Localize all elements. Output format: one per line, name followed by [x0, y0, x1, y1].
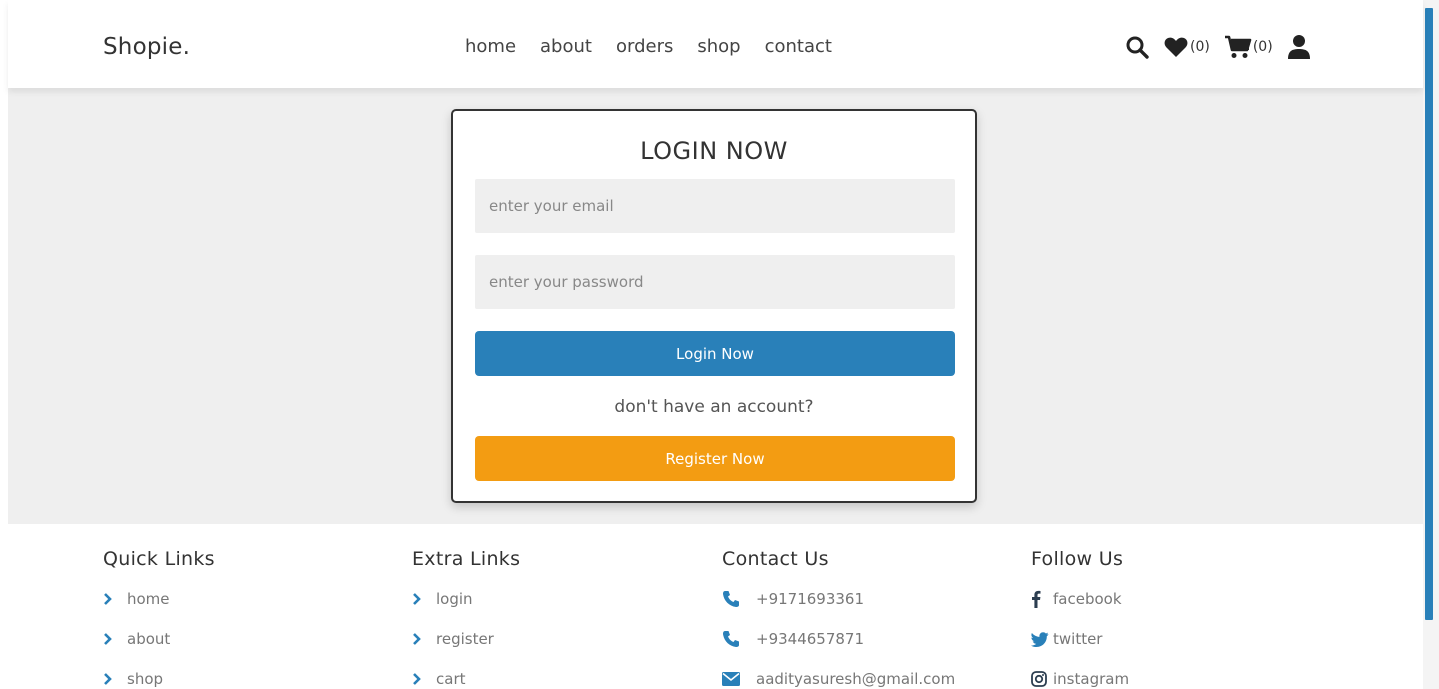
- twitter-icon: [1031, 631, 1049, 647]
- footer-link-login[interactable]: login: [412, 588, 520, 610]
- instagram-icon: [1031, 671, 1047, 687]
- register-button[interactable]: Register Now: [475, 436, 955, 481]
- search-button[interactable]: [1125, 35, 1149, 59]
- nav-home[interactable]: home: [465, 36, 516, 57]
- footer-heading: Quick Links: [103, 548, 215, 570]
- wishlist-button[interactable]: (0): [1163, 35, 1210, 59]
- user-button[interactable]: [1287, 34, 1311, 60]
- footer-heading: Contact Us: [722, 548, 829, 570]
- footer-link-label: shop: [127, 670, 164, 688]
- footer-link-about[interactable]: about: [103, 628, 215, 650]
- footer-phone-1[interactable]: +9171693361: [722, 588, 955, 610]
- footer-phone-2[interactable]: +9344657871: [722, 628, 955, 650]
- password-input[interactable]: [475, 255, 955, 309]
- footer-link-label: about: [127, 630, 171, 648]
- footer-link-home[interactable]: home: [103, 588, 215, 610]
- contact-value: aadityasuresh@gmail.com: [756, 670, 956, 688]
- footer-contact: Contact Us +9171693361 +9344657871 aadit…: [722, 548, 955, 689]
- phone-icon: [723, 591, 739, 607]
- user-icon: [1287, 35, 1310, 59]
- chevron-right-icon: [413, 673, 421, 685]
- wishlist-count: (0): [1190, 39, 1210, 55]
- header-icons: (0) (0): [1125, 31, 1325, 63]
- footer-link-register[interactable]: register: [412, 628, 520, 650]
- chevron-right-icon: [104, 633, 112, 645]
- search-icon: [1126, 36, 1149, 59]
- footer-quick-links: Quick Links home about shop: [103, 548, 215, 689]
- footer-extra-links: Extra Links login register cart: [412, 548, 520, 689]
- heart-icon: [1164, 37, 1188, 57]
- main-nav: home about orders shop contact: [465, 36, 856, 57]
- email-input[interactable]: [475, 179, 955, 233]
- footer-link-label: register: [436, 630, 494, 648]
- nav-about[interactable]: about: [540, 36, 592, 57]
- logo[interactable]: Shopie.: [103, 34, 190, 60]
- footer: Quick Links home about shop Extra Links …: [8, 524, 1423, 689]
- nav-orders[interactable]: orders: [616, 36, 673, 57]
- chevron-right-icon: [413, 633, 421, 645]
- login-form: LOGIN NOW Login Now don't have an accoun…: [451, 109, 977, 503]
- scrollbar-thumb[interactable]: [1425, 8, 1433, 620]
- contact-value: +9344657871: [756, 630, 865, 648]
- contact-value: +9171693361: [756, 590, 865, 608]
- scrollbar[interactable]: [1423, 0, 1439, 689]
- footer-heading: Extra Links: [412, 548, 521, 570]
- footer-link-label: home: [127, 590, 170, 608]
- social-label: instagram: [1053, 670, 1130, 688]
- chevron-right-icon: [104, 673, 112, 685]
- phone-icon: [723, 631, 739, 647]
- footer-social-facebook[interactable]: facebook: [1031, 588, 1129, 610]
- footer-email[interactable]: aadityasuresh@gmail.com: [722, 668, 955, 689]
- header: Shopie. home about orders shop contact (…: [8, 0, 1423, 88]
- page: Shopie. home about orders shop contact (…: [0, 0, 1439, 689]
- footer-social-instagram[interactable]: instagram: [1031, 668, 1129, 689]
- footer-link-label: cart: [436, 670, 466, 688]
- form-title: LOGIN NOW: [640, 137, 788, 165]
- nav-contact[interactable]: contact: [765, 36, 832, 57]
- footer-link-label: login: [436, 590, 473, 608]
- chevron-right-icon: [413, 593, 421, 605]
- cart-button[interactable]: (0): [1224, 34, 1273, 60]
- login-button[interactable]: Login Now: [475, 331, 955, 376]
- chevron-right-icon: [104, 593, 112, 605]
- cart-count: (0): [1252, 39, 1273, 55]
- footer-social-twitter[interactable]: twitter: [1031, 628, 1129, 650]
- footer-link-shop[interactable]: shop: [103, 668, 215, 689]
- footer-link-cart[interactable]: cart: [412, 668, 520, 689]
- facebook-icon: [1032, 590, 1041, 608]
- social-label: twitter: [1053, 630, 1103, 648]
- footer-follow: Follow Us facebook twitter instagram: [1031, 548, 1129, 689]
- footer-heading: Follow Us: [1031, 548, 1124, 570]
- no-account-text: don't have an account?: [614, 397, 814, 417]
- social-label: facebook: [1053, 590, 1122, 608]
- envelope-icon: [722, 672, 740, 686]
- cart-icon: [1224, 35, 1252, 58]
- nav-shop[interactable]: shop: [697, 36, 740, 57]
